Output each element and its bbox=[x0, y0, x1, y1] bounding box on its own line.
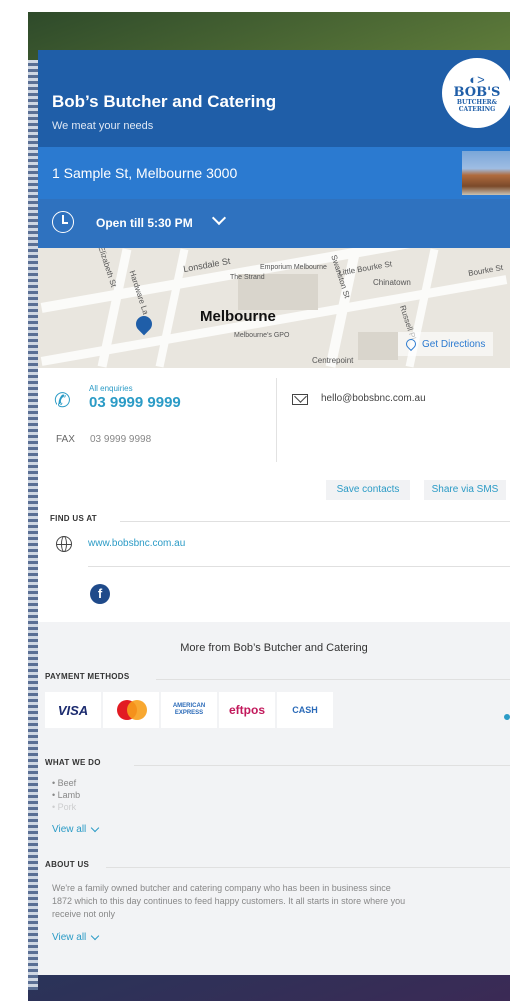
amex-logo: AMERICAN EXPRESS bbox=[173, 703, 205, 717]
carousel-dot[interactable] bbox=[504, 714, 510, 720]
map-place-label: Centrepoint bbox=[312, 356, 354, 365]
globe-icon bbox=[56, 536, 72, 552]
find-us-section: FIND US AT www.bobsbnc.com.au f bbox=[38, 504, 510, 622]
service-item: • Beef bbox=[52, 778, 77, 788]
amex-line-1: AMERICAN bbox=[172, 703, 206, 709]
share-sms-button[interactable]: Share via SMS bbox=[424, 480, 506, 500]
map-place-label: Melbourne's GPO bbox=[234, 332, 290, 339]
payment-methods-list: VISA AMERICAN EXPRESS eftpos CASH bbox=[45, 692, 333, 728]
cash-card: CASH bbox=[277, 692, 333, 728]
view-all-services-button[interactable]: View all bbox=[52, 823, 100, 835]
business-name: Bob’s Butcher and Catering bbox=[52, 92, 277, 111]
get-directions-label: Get Directions bbox=[422, 338, 486, 350]
cash-label: CASH bbox=[292, 705, 318, 715]
map-street-label: Little Bourke St bbox=[337, 259, 393, 278]
divider bbox=[276, 378, 277, 462]
map-place-label: The Strand bbox=[230, 274, 265, 281]
mastercard-icon bbox=[114, 700, 148, 720]
background-stripe bbox=[28, 60, 38, 990]
mail-icon bbox=[292, 394, 308, 405]
payment-methods-label: PAYMENT METHODS bbox=[45, 672, 130, 681]
amex-card: AMERICAN EXPRESS bbox=[161, 692, 217, 728]
divider bbox=[88, 566, 510, 567]
business-logo: ◐> BOB'S BUTCHER& CATERING bbox=[442, 58, 510, 128]
map-place-label: Emporium Melbourne bbox=[260, 264, 327, 271]
eftpos-card: eftpos bbox=[219, 692, 275, 728]
storefront-thumbnail[interactable] bbox=[462, 151, 510, 195]
chevron-down-icon bbox=[91, 823, 100, 833]
map[interactable]: Lonsdale St Little Bourke St Chinatown B… bbox=[38, 248, 510, 368]
address-text: 1 Sample St, Melbourne 3000 bbox=[52, 165, 238, 181]
more-section: More from Bob’s Butcher and Catering PAY… bbox=[38, 622, 510, 975]
contact-section: ✆ All enquiries 03 9999 9999 FAX 03 9999… bbox=[38, 368, 510, 468]
divider bbox=[106, 867, 510, 868]
map-area-label: Chinatown bbox=[373, 278, 411, 287]
logo-subtext-2: CATERING bbox=[458, 106, 496, 113]
more-title: More from Bob’s Butcher and Catering bbox=[180, 642, 368, 654]
phone-link[interactable]: 03 9999 9999 bbox=[89, 394, 181, 411]
view-all-about-button[interactable]: View all bbox=[52, 931, 100, 943]
get-directions-button[interactable]: Get Directions bbox=[398, 332, 494, 356]
facebook-icon[interactable]: f bbox=[90, 584, 110, 604]
map-city-label: Melbourne bbox=[200, 308, 276, 325]
map-block bbox=[358, 332, 398, 360]
hours-toggle[interactable]: Open till 5:30 PM bbox=[38, 199, 510, 248]
about-text: We're a family owned butcher and caterin… bbox=[52, 883, 406, 919]
map-street-label: Elizabeth St bbox=[96, 248, 119, 289]
logo-subtext-1: BUTCHER& bbox=[456, 99, 498, 106]
location-pin-icon[interactable] bbox=[132, 312, 156, 336]
eftpos-logo: eftpos bbox=[229, 703, 265, 717]
business-card: Bob’s Butcher and Catering We meat your … bbox=[38, 50, 510, 975]
phone-icon: ✆ bbox=[54, 390, 71, 412]
service-item: • Pork bbox=[52, 802, 77, 812]
what-we-do-label: WHAT WE DO bbox=[45, 758, 101, 767]
enquiries-label: All enquiries bbox=[89, 384, 133, 393]
fax-label: FAX bbox=[56, 434, 75, 445]
fax-number: 03 9999 9998 bbox=[90, 434, 152, 445]
divider bbox=[134, 765, 510, 766]
pin-outline-icon bbox=[403, 336, 419, 352]
visa-card: VISA bbox=[45, 692, 101, 728]
find-us-label: FIND US AT bbox=[50, 514, 97, 523]
hours-text: Open till 5:30 PM bbox=[96, 216, 193, 230]
email-link[interactable]: hello@bobsbnc.com.au bbox=[321, 393, 426, 404]
view-all-label: View all bbox=[52, 932, 87, 943]
save-contacts-button[interactable]: Save contacts bbox=[326, 480, 410, 500]
chevron-down-icon bbox=[91, 931, 100, 941]
contact-actions: Save contacts Share via SMS bbox=[38, 468, 510, 504]
business-tagline: We meat your needs bbox=[52, 120, 154, 132]
about-us-label: ABOUT US bbox=[45, 860, 90, 869]
clock-icon bbox=[52, 211, 74, 233]
chevron-down-icon[interactable] bbox=[211, 210, 227, 226]
amex-line-2: EXPRESS bbox=[174, 710, 204, 716]
view-all-label: View all bbox=[52, 824, 87, 835]
divider bbox=[156, 679, 510, 680]
visa-logo: VISA bbox=[57, 702, 89, 718]
header: Bob’s Butcher and Catering We meat your … bbox=[38, 50, 510, 147]
mastercard-card bbox=[103, 692, 159, 728]
service-item: • Lamb bbox=[52, 790, 81, 800]
divider bbox=[120, 521, 510, 522]
address-bar[interactable]: 1 Sample St, Melbourne 3000 bbox=[38, 147, 510, 199]
logo-text: BOB'S bbox=[453, 85, 501, 100]
website-link[interactable]: www.bobsbnc.com.au bbox=[88, 538, 185, 549]
